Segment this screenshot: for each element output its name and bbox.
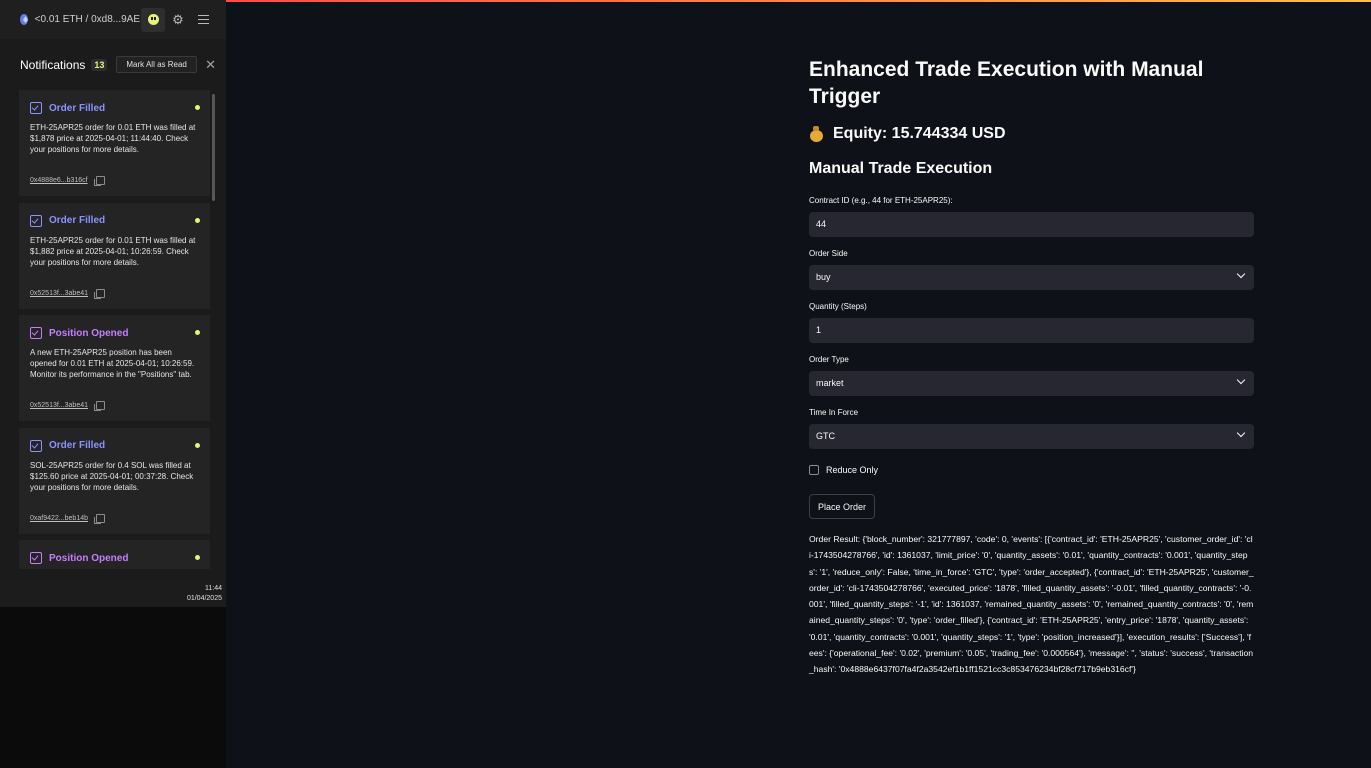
copy-icon[interactable] [94, 401, 105, 411]
gear-icon: ⚙ [172, 11, 184, 27]
notifications-count-badge: 13 [91, 58, 108, 71]
menu-button[interactable] [191, 8, 215, 32]
page-title: Enhanced Trade Execution with Manual Tri… [809, 58, 1204, 108]
notification-title: Position Opened [49, 327, 129, 339]
time-in-force-value: GTC [816, 431, 835, 441]
transaction-hash-link[interactable]: 0x4888e6...b316cf [30, 177, 88, 184]
unread-dot [195, 330, 200, 335]
chevron-down-icon [1236, 375, 1246, 385]
notification-body: ETH-25APR25 order for 0.01 ETH was fille… [30, 123, 196, 154]
order-type-value: market [816, 378, 844, 388]
copy-icon[interactable] [93, 176, 105, 186]
order-side-value: buy [816, 272, 831, 282]
order-side-select[interactable]: buy [809, 265, 1254, 290]
position-check-icon [30, 552, 42, 564]
clock-date: 01/04/2025 [186, 595, 222, 602]
wallet-bar: <0.01 ETH / 0xd8...9AE ⚙ [0, 0, 226, 39]
notification-card[interactable]: Order Filled ETH-25APR25 order for 0.01 … [19, 202, 210, 309]
top-accent-bar [226, 0, 1371, 2]
notification-title: Order Filled [49, 215, 106, 226]
notification-card[interactable]: Position Opened [19, 540, 210, 569]
app-root: { "wallet": { "address_label": "<0.01 ET… [0, 0, 1371, 768]
equity-value: Equity: 15.744334 USD [833, 125, 1006, 142]
eth-icon [20, 14, 28, 25]
main-content: Enhanced Trade Execution with Manual Tri… [809, 56, 1254, 674]
place-order-button[interactable]: Place Order [809, 494, 875, 519]
order-side-label: Order Side [809, 249, 848, 258]
contract-id-label: Contract ID (e.g., 44 for ETH-25APR25): [809, 196, 953, 205]
wallet-button[interactable]: <0.01 ETH / 0xd8...9AE [0, 0, 140, 39]
wallet-address: <0.01 ETH / 0xd8...9AE [34, 14, 140, 25]
order-type-select[interactable]: market [809, 371, 1254, 396]
notifications-scrollbar[interactable] [212, 94, 215, 201]
notification-face-icon [147, 14, 159, 25]
time-in-force-label: Time In Force [809, 408, 859, 417]
quantity-value: 1 [816, 325, 822, 335]
chevron-down-icon [1236, 269, 1246, 279]
unread-dot [195, 105, 200, 110]
notifications-title: Notifications [20, 57, 86, 72]
notifications-panel: Notifications 13 Mark All as Read ✕ Orde… [0, 39, 226, 580]
taskbar-clock: 11:44 01/04/2025 [0, 580, 226, 607]
copy-icon[interactable] [94, 288, 105, 299]
money-bag-icon [809, 126, 823, 142]
reduce-only-row[interactable]: Reduce Only [809, 465, 878, 475]
transaction-hash-link[interactable]: 0x52513f...3abe41 [30, 402, 88, 409]
equity-display: Equity: 15.744334 USD [809, 124, 1254, 144]
reduce-only-checkbox[interactable] [809, 465, 819, 475]
notifications-list: Order Filled ETH-25APR25 order for 0.01 … [19, 90, 210, 569]
transaction-hash-link[interactable]: 0x52513f...3abe41 [30, 290, 88, 297]
order-check-icon [30, 439, 42, 452]
settings-button[interactable]: ⚙ [166, 8, 190, 32]
order-check-icon [30, 102, 42, 114]
notification-card[interactable]: Position Opened A new ETH-25APR25 positi… [19, 315, 210, 421]
quantity-input[interactable]: 1 [809, 318, 1254, 343]
notification-title: Order Filled [49, 440, 106, 451]
clock-time: 11:44 [205, 585, 222, 592]
notification-card[interactable]: Order Filled ETH-25APR25 order for 0.01 … [19, 90, 210, 196]
position-check-icon [30, 327, 42, 339]
order-check-icon [30, 214, 42, 227]
notification-body: A new ETH-25APR25 position has been open… [30, 348, 195, 379]
notifications-button[interactable] [141, 7, 165, 32]
time-in-force-select[interactable]: GTC [809, 424, 1254, 449]
notification-body: SOL-25APR25 order for 0.4 SOL was filled… [30, 460, 194, 492]
order-type-label: Order Type [809, 355, 849, 364]
notifications-header: Notifications 13 Mark All as Read ✕ [0, 39, 226, 90]
notification-body: ETH-25APR25 order for 0.01 ETH was fille… [30, 235, 196, 267]
section-title: Manual Trade Execution [809, 160, 993, 177]
contract-id-value: 44 [816, 219, 827, 229]
mark-all-read-button[interactable]: Mark All as Read [116, 56, 197, 73]
unread-dot [195, 217, 200, 223]
close-icon[interactable]: ✕ [205, 57, 216, 73]
contract-id-input[interactable]: 44 [809, 212, 1254, 237]
order-result-text: Order Result: {'block_number': 321777897… [809, 534, 1254, 675]
transaction-hash-link[interactable]: 0xaf9422...beb14b [30, 515, 88, 522]
unread-dot [195, 442, 200, 448]
notification-title: Position Opened [49, 552, 129, 564]
chevron-down-icon [1236, 428, 1246, 438]
hamburger-menu-icon [197, 15, 209, 24]
quantity-label: Quantity (Steps) [809, 302, 867, 311]
notification-card[interactable]: Order Filled SOL-25APR25 order for 0.4 S… [19, 427, 210, 534]
notification-title: Order Filled [49, 102, 106, 114]
reduce-only-label: Reduce Only [826, 465, 879, 475]
unread-dot [195, 555, 200, 560]
sidebar: <0.01 ETH / 0xd8...9AE ⚙ Notifications 1… [0, 0, 226, 768]
copy-icon[interactable] [94, 513, 105, 524]
